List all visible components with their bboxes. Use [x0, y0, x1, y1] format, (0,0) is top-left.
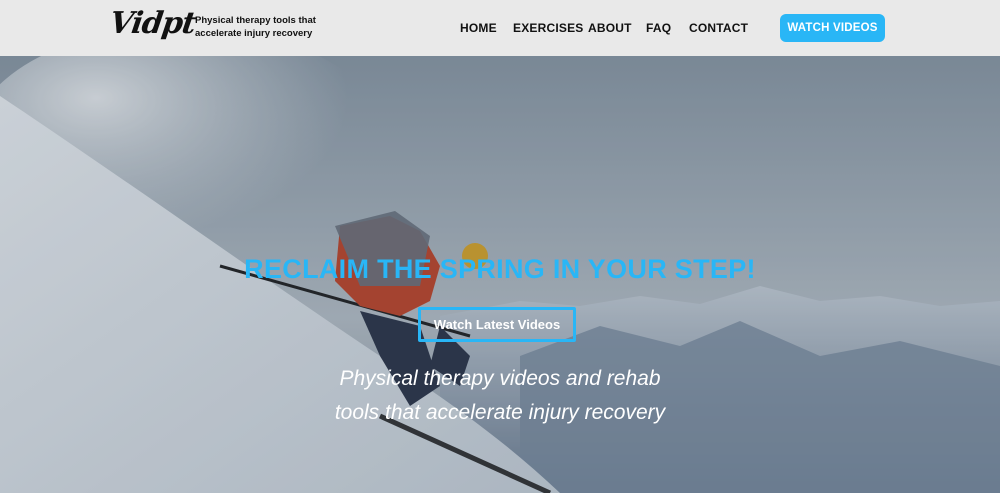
hero-subtitle-line-2: tools that accelerate injury recovery — [334, 401, 666, 424]
nav-exercises[interactable]: EXERCISES — [513, 21, 584, 35]
nav-faq[interactable]: FAQ — [646, 21, 671, 35]
nav-about[interactable]: ABOUT — [588, 21, 632, 35]
site-logo[interactable]: Vidpt — [108, 6, 198, 41]
hero-subtitle-line-1: Physical therapy videos and rehab — [339, 367, 661, 390]
hero-subtitle: Physical therapy videos and rehab tools … — [0, 362, 1000, 430]
nav-contact[interactable]: CONTACT — [689, 21, 748, 35]
site-header: Vidpt Physical therapy tools that accele… — [0, 0, 1000, 56]
hero-headline: RECLAIM THE SPRING IN YOUR STEP! — [244, 254, 756, 284]
nav-home[interactable]: HOME — [460, 21, 497, 35]
hero-section: RECLAIM THE SPRING IN YOUR STEP! Watch L… — [0, 56, 1000, 493]
site-tagline: Physical therapy tools that accelerate i… — [195, 15, 316, 39]
watch-latest-videos-button[interactable]: Watch Latest Videos — [418, 307, 576, 342]
watch-videos-button[interactable]: WATCH VIDEOS — [780, 14, 885, 42]
